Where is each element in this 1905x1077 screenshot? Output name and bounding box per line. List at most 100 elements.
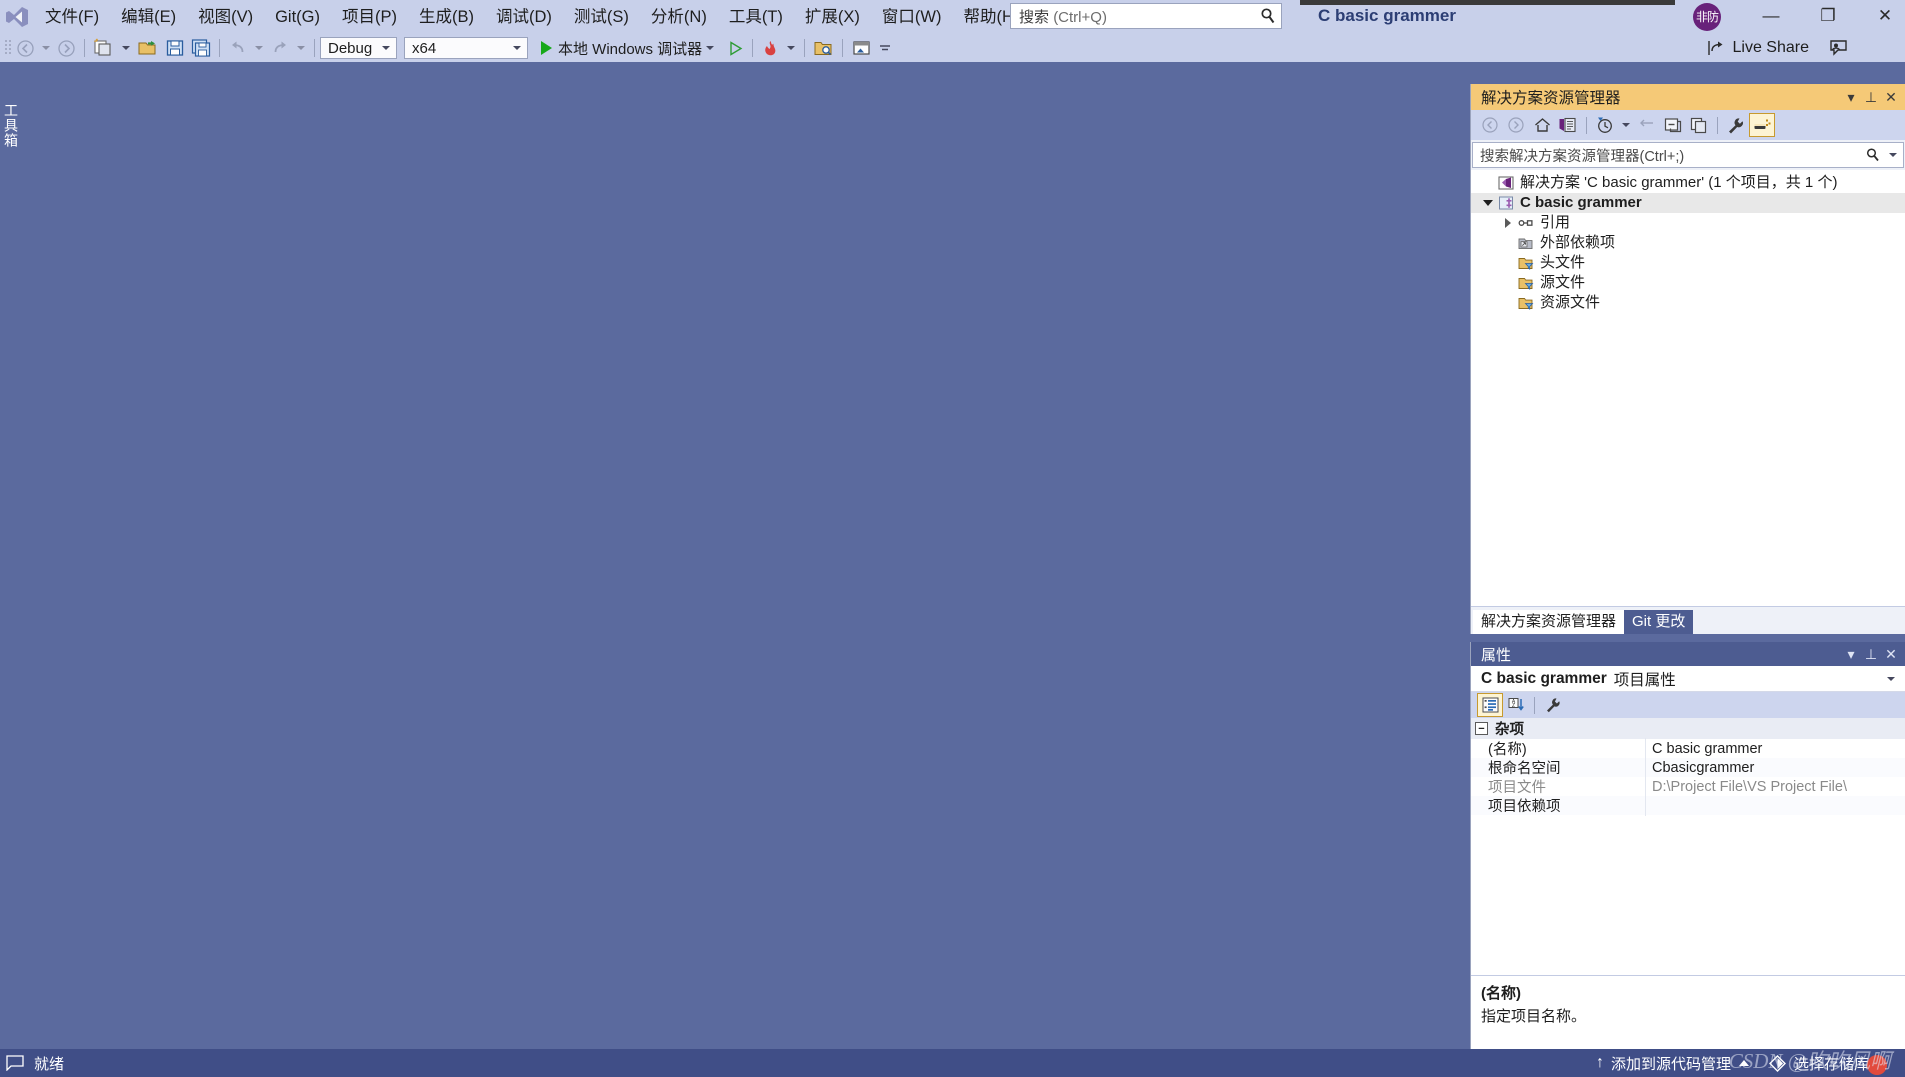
navigate-back-button[interactable]	[13, 36, 38, 60]
window-maximize-button[interactable]: ❐	[1805, 0, 1851, 32]
live-share-button[interactable]: Live Share	[1707, 36, 1809, 60]
chevron-down-icon[interactable]	[1887, 676, 1895, 681]
chevron-down-icon	[706, 46, 715, 50]
property-row-project-dependencies[interactable]: 项目依赖项	[1471, 795, 1905, 816]
menu-git[interactable]: Git(G)	[264, 3, 331, 31]
add-to-source-control-button[interactable]: ↑ 添加到源代码管理	[1586, 1049, 1759, 1077]
home-icon[interactable]	[1529, 113, 1555, 137]
categorized-icon[interactable]	[1477, 693, 1503, 717]
properties-pin-button[interactable]: ⊥	[1861, 644, 1881, 664]
property-name: 项目依赖项	[1471, 795, 1646, 816]
hot-reload-dropdown-icon[interactable]	[787, 46, 796, 50]
show-all-files-icon[interactable]	[1686, 113, 1712, 137]
solution-explorer-close-button[interactable]: ✕	[1881, 87, 1901, 107]
open-folder-icon[interactable]	[134, 36, 162, 60]
play-outline-icon[interactable]	[724, 36, 747, 60]
property-value[interactable]: Cbasicgrammer	[1646, 760, 1905, 776]
solution-explorer-panel: 解决方案资源管理器 ▾ ⊥ ✕ 搜索解决方案资源管理器(Ctrl+;) 解决方案…	[1470, 84, 1905, 634]
property-row-name[interactable]: (名称) C basic grammer	[1471, 738, 1905, 759]
redo-dropdown-icon[interactable]	[297, 46, 305, 50]
menu-extensions[interactable]: 扩展(X)	[794, 3, 871, 31]
send-feedback-icon[interactable]	[1825, 36, 1851, 60]
new-project-dropdown-icon[interactable]	[122, 46, 130, 50]
window-close-button[interactable]: ✕	[1862, 0, 1905, 32]
properties-close-button[interactable]: ✕	[1881, 644, 1901, 664]
avatar[interactable]: 非防	[1693, 3, 1721, 31]
property-row-root-namespace[interactable]: 根命名空间 Cbasicgrammer	[1471, 757, 1905, 778]
solution-explorer-titlebar: 解决方案资源管理器 ▾ ⊥ ✕	[1471, 84, 1905, 110]
hot-reload-flame-icon[interactable]	[758, 36, 783, 60]
solution-explorer-search-input[interactable]: 搜索解决方案资源管理器(Ctrl+;)	[1472, 142, 1904, 168]
status-bar: 就绪 ↑ 添加到源代码管理 选择存储库	[0, 1049, 1905, 1077]
tree-node-solution[interactable]: 解决方案 'C basic grammer' (1 个项目，共 1 个)	[1471, 173, 1905, 193]
toolbar-separator-5	[804, 39, 806, 57]
undo-icon	[225, 36, 251, 60]
status-bar-right: ↑ 添加到源代码管理 选择存储库	[1586, 1049, 1905, 1077]
pending-changes-filter-icon[interactable]	[1592, 113, 1618, 137]
filter-folder-icon	[1516, 275, 1536, 291]
toolbar-grip[interactable]	[3, 38, 13, 58]
navigate-forward-button[interactable]	[54, 36, 79, 60]
tree-node-header-files[interactable]: 头文件	[1471, 253, 1905, 273]
window-minimize-button[interactable]: —	[1748, 0, 1794, 32]
search-options-dropdown-icon[interactable]	[1889, 153, 1897, 157]
solution-explorer-dropdown-button[interactable]: ▾	[1841, 87, 1861, 107]
menu-build[interactable]: 生成(B)	[408, 3, 485, 31]
properties-wrench-icon[interactable]	[1723, 113, 1749, 137]
alphabetical-sort-icon[interactable]: A Z	[1503, 693, 1529, 717]
search-icon[interactable]	[1259, 7, 1277, 25]
menu-file[interactable]: 文件(F)	[34, 3, 110, 31]
search-input[interactable]: 搜索 (Ctrl+Q)	[1010, 3, 1282, 29]
solution-explorer-tabstrip: 解决方案资源管理器 Git 更改	[1471, 606, 1905, 634]
preview-selected-items-icon[interactable]	[1749, 113, 1775, 137]
menu-view[interactable]: 视图(V)	[187, 3, 264, 31]
toolbox-tab[interactable]: 工具箱	[0, 78, 22, 173]
window-layout-icon[interactable]	[848, 36, 875, 60]
menu-window[interactable]: 窗口(W)	[871, 3, 953, 31]
menu-tools[interactable]: 工具(T)	[718, 3, 794, 31]
solution-explorer-pin-button[interactable]: ⊥	[1861, 87, 1881, 107]
tree-expander-references[interactable]	[1499, 218, 1516, 228]
undo-dropdown-icon[interactable]	[255, 46, 263, 50]
tree-node-references[interactable]: 引用	[1471, 213, 1905, 233]
property-pages-wrench-icon[interactable]	[1540, 693, 1566, 717]
navigate-back-dropdown-icon[interactable]	[42, 46, 50, 50]
solution-platform-dropdown[interactable]: x64	[404, 37, 528, 59]
tab-git-changes[interactable]: Git 更改	[1624, 610, 1694, 634]
save-icon[interactable]	[162, 36, 188, 60]
find-in-folder-icon[interactable]	[810, 36, 837, 60]
start-debugging-button[interactable]: 本地 Windows 调试器	[535, 36, 724, 60]
menu-project[interactable]: 项目(P)	[331, 3, 408, 31]
properties-dropdown-button[interactable]: ▾	[1841, 644, 1861, 664]
collapse-all-icon[interactable]	[1660, 113, 1686, 137]
tree-expander-project[interactable]	[1479, 200, 1496, 206]
menu-test[interactable]: 测试(S)	[563, 3, 640, 31]
search-label: 搜索	[1019, 8, 1050, 26]
tree-node-label: 引用	[1540, 214, 1571, 231]
property-value[interactable]: C basic grammer	[1646, 741, 1905, 757]
tree-node-resource-files[interactable]: 资源文件	[1471, 293, 1905, 313]
sync-with-active-document-icon[interactable]	[1555, 113, 1581, 137]
tree-node-label: 资源文件	[1540, 294, 1601, 311]
category-collapse-icon[interactable]: −	[1475, 722, 1488, 735]
notification-icon[interactable]	[6, 1055, 26, 1072]
tree-node-external-dependencies[interactable]: 外部依赖项	[1471, 233, 1905, 253]
tab-solution-explorer[interactable]: 解决方案资源管理器	[1473, 610, 1625, 634]
properties-object-selector[interactable]: C basic grammer 项目属性	[1471, 666, 1905, 692]
filter-dropdown-icon[interactable]	[1622, 123, 1630, 127]
toolbar-overflow-icon[interactable]	[875, 36, 895, 60]
tree-node-project[interactable]: C basic grammer	[1471, 193, 1905, 213]
menu-analyze[interactable]: 分析(N)	[640, 3, 718, 31]
tree-node-source-files[interactable]: 源文件	[1471, 273, 1905, 293]
solution-configuration-dropdown[interactable]: Debug	[320, 37, 397, 59]
properties-description-text: 指定项目名称。	[1481, 1008, 1587, 1025]
properties-titlebar: 属性 ▾ ⊥ ✕	[1471, 642, 1905, 666]
search-icon[interactable]	[1865, 147, 1881, 163]
properties-category-row[interactable]: − 杂项	[1471, 718, 1905, 739]
page-title: C basic grammer	[1318, 6, 1456, 25]
save-all-icon[interactable]	[188, 36, 214, 60]
select-repository-button[interactable]: 选择存储库	[1759, 1049, 1897, 1077]
new-project-icon[interactable]	[90, 36, 118, 60]
menu-edit[interactable]: 编辑(E)	[110, 3, 187, 31]
menu-debug[interactable]: 调试(D)	[485, 3, 563, 31]
